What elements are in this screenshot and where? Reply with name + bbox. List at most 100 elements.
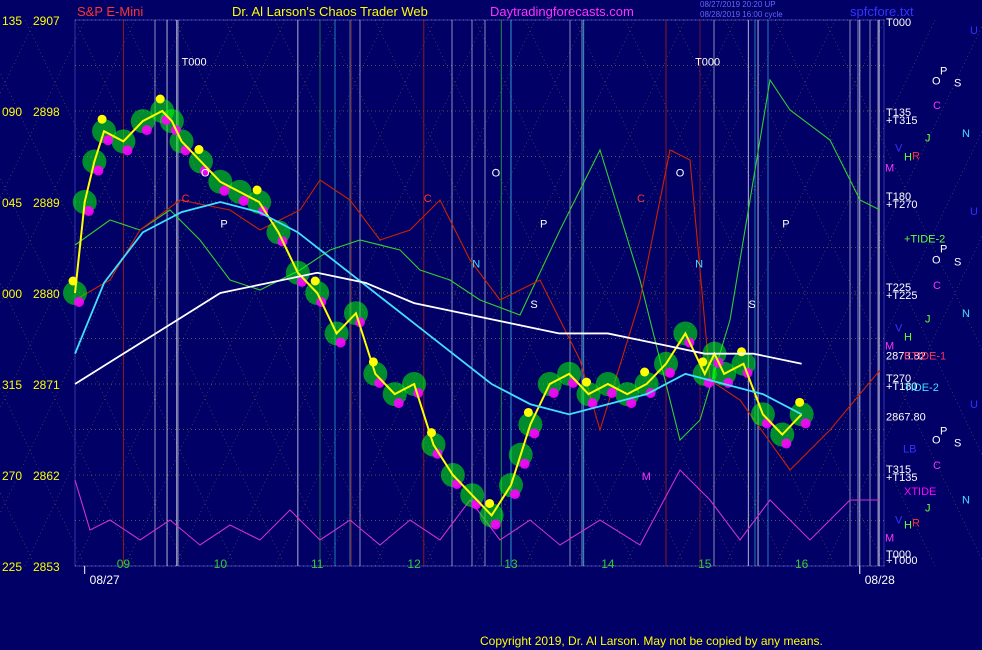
chart-annotation: M <box>642 471 651 483</box>
planet-glyph: U <box>970 25 978 37</box>
y-tick-angle-label: 315 <box>2 378 22 392</box>
low-marker <box>393 398 404 409</box>
low-marker <box>490 519 501 530</box>
timestamp-1: 08/27/2019 20:20 UP <box>700 0 776 9</box>
chart-annotation: T000 <box>695 57 720 69</box>
y-tick-angle-label: 270 <box>2 469 22 483</box>
chart-annotation: P <box>220 218 227 230</box>
low-marker <box>509 489 520 500</box>
chart-annotation: S <box>530 299 537 311</box>
planet-glyph: O <box>932 435 941 447</box>
planet-glyph: U <box>970 399 978 411</box>
x-tick-label: 13 <box>504 557 518 571</box>
low-marker <box>83 206 94 216</box>
planet-glyph: C <box>933 100 941 112</box>
grid-layer <box>0 19 982 567</box>
planet-glyph: R <box>912 518 920 530</box>
low-marker <box>519 458 530 469</box>
site-title: Dr. Al Larson's Chaos Trader Web <box>232 4 428 19</box>
low-marker <box>800 418 811 429</box>
high-marker <box>310 276 320 286</box>
planet-glyph: C <box>933 280 941 292</box>
high-marker <box>737 347 747 357</box>
planet-glyph: S <box>954 438 961 450</box>
chart-annotation: C <box>637 193 645 205</box>
low-marker <box>548 388 559 398</box>
x-tick-label: 16 <box>795 557 809 571</box>
y-tick-price-label: 2907 <box>33 14 60 28</box>
chart-annotation: T000 <box>182 57 207 69</box>
x-tick-label: 09 <box>117 557 131 571</box>
planet-glyph: N <box>962 128 970 140</box>
right-level-label: ETIDE-1 <box>904 351 946 363</box>
planet-glyph: J <box>925 132 931 144</box>
chart-annotation: C <box>182 193 190 205</box>
chart-annotation: O <box>201 168 210 180</box>
planet-glyph: P <box>940 66 947 78</box>
low-marker <box>665 367 676 378</box>
planet-glyph: M <box>885 533 894 545</box>
instrument-title: S&P E-Mini <box>77 4 144 19</box>
price-level-label: 2867.80 <box>886 411 926 423</box>
right-level-label: +T000 <box>886 555 918 567</box>
chart-annotation: S <box>748 299 755 311</box>
planet-glyph: LB <box>903 444 916 456</box>
planet-glyph: P <box>940 244 947 256</box>
planet-glyph: S <box>954 78 961 90</box>
file-label: spfcfore.txt <box>850 4 914 19</box>
high-marker <box>485 498 495 508</box>
date-label: 08/27 <box>90 573 120 587</box>
timestamp-2: 08/28/2019 16:00 cycle <box>700 10 783 19</box>
planet-glyph: N <box>962 308 970 320</box>
y-tick-angle-label: 045 <box>2 196 22 210</box>
y-tick-angle-label: 090 <box>2 105 22 119</box>
planet-glyph: U <box>970 206 978 218</box>
chart-annotation: N <box>695 259 703 271</box>
low-marker <box>219 185 230 196</box>
website-link[interactable]: Daytradingforecasts.com <box>490 4 634 19</box>
y-tick-price-label: 2898 <box>33 105 60 119</box>
planet-glyph: N <box>962 494 970 506</box>
chart-annotation: N <box>472 259 480 271</box>
planet-glyph: R <box>912 150 920 162</box>
y-tick-price-label: 2871 <box>33 378 60 392</box>
y-tick-price-label: 2853 <box>33 560 60 574</box>
planet-glyph: O <box>932 255 941 267</box>
energy-band-layer <box>63 94 814 530</box>
low-marker <box>238 195 249 206</box>
high-marker <box>523 407 533 417</box>
low-marker <box>529 428 540 439</box>
high-marker <box>194 145 204 155</box>
planet-glyph: J <box>925 502 931 514</box>
low-marker <box>74 297 84 307</box>
x-tick-label: 14 <box>601 557 615 571</box>
planet-glyph: M <box>885 341 894 353</box>
y-tick-price-label: 2862 <box>33 469 60 483</box>
high-marker <box>155 94 165 104</box>
y-tick-angle-label: 225 <box>2 560 22 574</box>
low-marker <box>606 388 617 398</box>
low-marker <box>335 337 346 348</box>
planet-glyph: M <box>885 163 894 175</box>
right-level-label: TIDE-2 <box>904 382 939 394</box>
low-marker <box>122 145 133 156</box>
right-level-label: +T315 <box>886 115 918 127</box>
y-tick-angle-label: 135 <box>2 14 22 28</box>
x-tick-label: 10 <box>214 557 228 571</box>
planet-glyph: P <box>940 426 947 438</box>
y-tick-angle-label: 000 <box>2 287 22 301</box>
high-marker <box>581 377 591 387</box>
chart-annotation: O <box>676 168 685 180</box>
right-level-label: +T270 <box>886 199 918 211</box>
high-marker <box>795 397 805 407</box>
y-tick-price-label: 2880 <box>33 287 60 301</box>
planet-glyph: V <box>895 514 903 526</box>
x-tick-label: 15 <box>698 557 712 571</box>
high-marker <box>97 114 107 124</box>
date-label: 08/28 <box>865 573 895 587</box>
y-tick-price-label: 2889 <box>33 196 60 210</box>
planet-glyph: O <box>932 76 941 88</box>
x-tick-label: 11 <box>311 557 324 571</box>
low-marker <box>93 165 104 176</box>
planet-glyph: H <box>904 331 912 343</box>
